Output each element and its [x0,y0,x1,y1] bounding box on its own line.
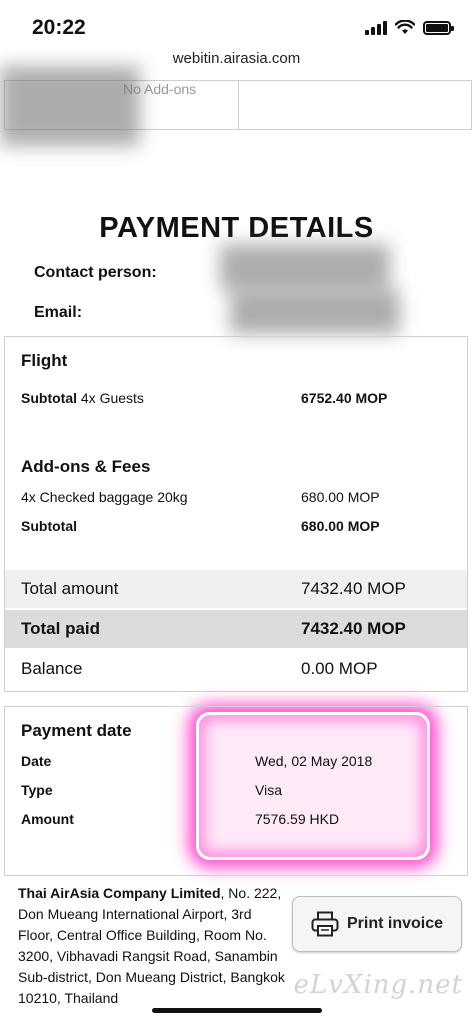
flight-guests: 4x Guests [80,390,144,406]
price-breakdown-panel: Flight Subtotal 4x Guests 6752.40 MOP Ad… [4,336,468,692]
page-title: PAYMENT DETAILS [99,212,374,244]
flight-subtotal-value: 6752.40 MOP [301,390,388,406]
summary-cell-right [239,81,472,129]
company-address-text: , No. 222, Don Mueang International Airp… [18,885,285,1006]
watermark: eLvXing.net [293,970,463,1000]
total-paid-row: Total paid 7432.40 MOP [5,610,467,648]
flight-subtotal-label: Subtotal [21,390,77,406]
balance-label: Balance [21,659,83,678]
baggage-item-value: 680.00 MOP [301,489,380,505]
payment-amount-value: 7576.59 HKD [255,811,340,827]
total-paid-label: Total paid [21,619,101,638]
total-amount-label: Total amount [21,579,119,598]
redaction-smudge-email [230,290,400,334]
total-paid-value: 7432.40 MOP [301,619,406,638]
battery-icon [423,20,454,35]
addons-subtotal-value: 680.00 MOP [301,518,380,534]
company-name: Thai AirAsia Company Limited [18,885,221,901]
status-time: 20:22 [32,16,86,39]
payment-type-value: Visa [255,782,282,798]
print-invoice-button[interactable]: Print invoice [292,896,462,952]
redaction-smudge-contact [220,244,390,290]
payment-amount-label: Amount [21,811,74,827]
payment-date-heading: Payment date [21,721,132,740]
payment-type-label: Type [21,782,53,798]
total-amount-row: Total amount 7432.40 MOP [5,570,467,608]
print-invoice-label: Print invoice [346,915,444,932]
flight-subtotal-row: Subtotal 4x Guests [21,390,144,406]
printer-icon [311,911,339,937]
wifi-icon [395,20,415,34]
signal-icon [365,20,387,35]
balance-value: 0.00 MOP [301,659,378,678]
url-bar[interactable]: webitin.airasia.com [0,50,473,67]
company-address: Thai AirAsia Company Limited, No. 222, D… [18,883,286,1009]
baggage-item-label: 4x Checked baggage 20kg [21,489,188,505]
flight-heading: Flight [21,351,68,370]
total-amount-value: 7432.40 MOP [301,579,406,598]
email-label: Email: [34,304,83,321]
redaction-smudge-top [0,66,140,146]
payment-date-label: Date [21,753,52,769]
payment-panel: Payment date Date Wed, 02 May 2018 Type … [4,706,468,876]
payment-date-value: Wed, 02 May 2018 [255,753,373,769]
addons-heading: Add-ons & Fees [21,457,151,476]
contact-person-label: Contact person: [34,264,157,281]
home-indicator[interactable] [152,1008,322,1013]
status-icons [365,20,454,35]
addons-subtotal-label: Subtotal [21,518,77,534]
status-bar: 20:22 [0,0,473,46]
